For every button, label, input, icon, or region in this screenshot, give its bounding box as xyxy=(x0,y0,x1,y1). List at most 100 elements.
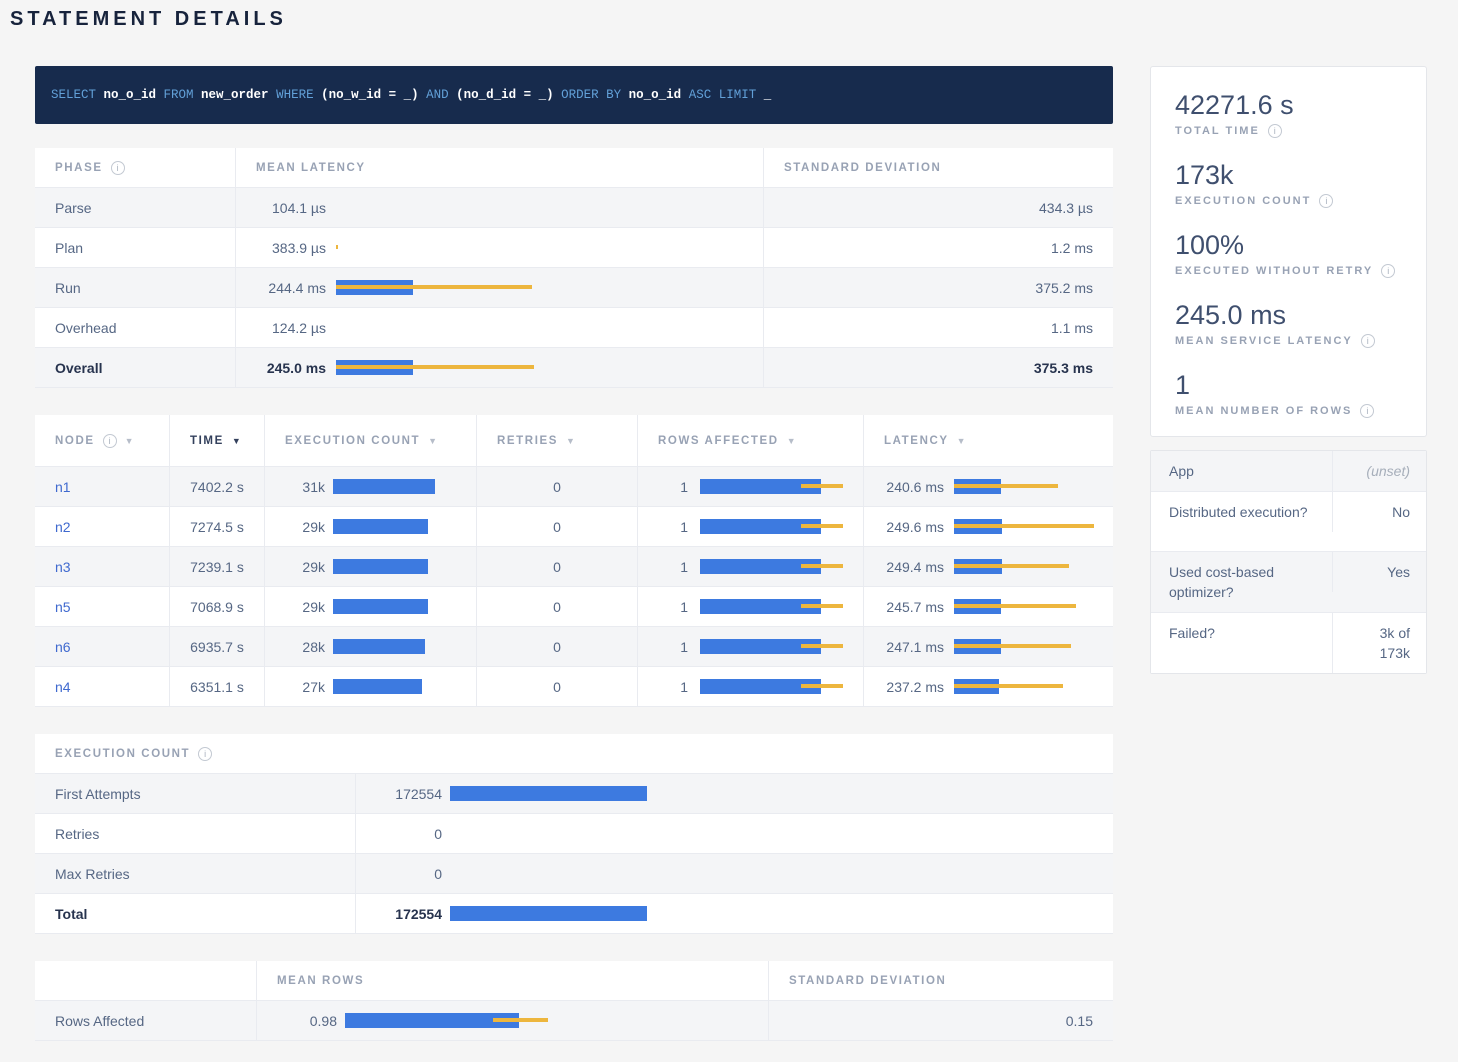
table-row: Parse 104.1 µs 434.3 µs xyxy=(35,188,1113,228)
node-column-header[interactable]: NODE xyxy=(35,415,169,466)
phase-table: PHASE MEAN LATENCY STANDARD DEVIATION Pa… xyxy=(35,148,1113,388)
main-column: SELECT no_o_id FROM new_order WHERE (no_… xyxy=(35,66,1113,1041)
info-icon[interactable] xyxy=(1360,404,1374,418)
info-icon[interactable] xyxy=(1381,264,1395,278)
time-value: 7068.9 s xyxy=(169,587,264,626)
time-value: 6351.1 s xyxy=(169,667,264,706)
mean-latency-column-header: MEAN LATENCY xyxy=(235,148,763,187)
table-row-total: Total 172554 xyxy=(35,894,1113,934)
latency-value: 249.6 ms xyxy=(884,519,944,535)
stat-execution-count: 173k EXECUTION COUNT xyxy=(1175,159,1402,208)
sort-icon xyxy=(566,436,575,446)
node-row: n1 7402.2 s 31k 0 1 240.6 ms xyxy=(35,467,1113,507)
sort-icon xyxy=(125,436,134,446)
rows-affected-value: 1 xyxy=(658,639,688,655)
exec-count-value: 28k xyxy=(285,639,325,655)
latency-value: 247.1 ms xyxy=(884,639,944,655)
phase-label: Run xyxy=(35,268,235,307)
retries-value: 0 xyxy=(476,667,637,706)
stat-mean-number-of-rows: 1 MEAN NUMBER OF ROWS xyxy=(1175,369,1402,418)
table-row: Retries 0 xyxy=(35,814,1113,854)
info-icon[interactable] xyxy=(1268,124,1282,138)
exec-row-label: Retries xyxy=(35,814,355,853)
node-row: n4 6351.1 s 27k 0 1 237.2 ms xyxy=(35,667,1113,707)
rows-affected-label: Rows Affected xyxy=(35,1001,256,1040)
mean-latency-value: 245.0 ms xyxy=(256,360,326,376)
failed-row: Failed? 3k of 173k xyxy=(1151,613,1426,673)
exec-row-label: Max Retries xyxy=(35,854,355,893)
app-summary-table: App (unset) Distributed execution? No Us… xyxy=(1150,450,1427,674)
app-row: App (unset) xyxy=(1151,451,1426,492)
node-link[interactable]: n2 xyxy=(55,519,71,535)
node-table-header: NODE TIME EXECUTION COUNT RETRIES ROWS A… xyxy=(35,415,1113,467)
info-icon[interactable] xyxy=(198,747,212,761)
latency-value: 240.6 ms xyxy=(884,479,944,495)
retries-value: 0 xyxy=(476,627,637,666)
latency-column-header[interactable]: LATENCY xyxy=(863,415,1113,466)
latency-value: 237.2 ms xyxy=(884,679,944,695)
table-row-overall: Overall 245.0 ms 375.3 ms xyxy=(35,348,1113,388)
retries-value: 0 xyxy=(476,507,637,546)
rows-affected-table-header: MEAN ROWS STANDARD DEVIATION xyxy=(35,961,1113,1001)
node-link[interactable]: n1 xyxy=(55,479,71,495)
sort-icon xyxy=(787,436,796,446)
info-icon[interactable] xyxy=(1319,194,1333,208)
table-row: Rows Affected 0.98 0.15 xyxy=(35,1001,1113,1041)
blank-column-header xyxy=(35,961,256,1000)
stddev-value: 434.3 µs xyxy=(763,188,1113,227)
stat-total-time: 42271.6 s TOTAL TIME xyxy=(1175,89,1402,138)
exec-row-label: Total xyxy=(35,894,355,933)
rows-affected-value: 1 xyxy=(658,679,688,695)
statement-stats-panel: 42271.6 s TOTAL TIME 173k EXECUTION COUN… xyxy=(1150,66,1427,437)
time-value: 7239.1 s xyxy=(169,547,264,586)
table-row: Overhead 124.2 µs 1.1 ms xyxy=(35,308,1113,348)
time-value: 6935.7 s xyxy=(169,627,264,666)
stat-label: MEAN SERVICE LATENCY xyxy=(1175,335,1353,347)
node-link[interactable]: n6 xyxy=(55,639,71,655)
exec-row-value: 172554 xyxy=(376,786,442,802)
execution-count-title: EXECUTION COUNT xyxy=(35,734,1113,773)
execution-count-table: EXECUTION COUNT First Attempts 172554 Re… xyxy=(35,734,1113,934)
rows-affected-column-header[interactable]: ROWS AFFECTED xyxy=(637,415,863,466)
table-row: Run 244.4 ms 375.2 ms xyxy=(35,268,1113,308)
node-link[interactable]: n3 xyxy=(55,559,71,575)
summary-label: Failed? xyxy=(1151,613,1332,653)
time-value: 7402.2 s xyxy=(169,467,264,506)
time-column-header[interactable]: TIME xyxy=(169,415,264,466)
mean-latency-value: 124.2 µs xyxy=(256,320,326,336)
app-value: (unset) xyxy=(1332,451,1426,491)
latency-value: 245.7 ms xyxy=(884,599,944,615)
stddev-value: 375.2 ms xyxy=(763,268,1113,307)
retries-value: 0 xyxy=(476,467,637,506)
retries-column-header[interactable]: RETRIES xyxy=(476,415,637,466)
execution-count-column-header[interactable]: EXECUTION COUNT xyxy=(264,415,476,466)
table-row: Plan 383.9 µs 1.2 ms xyxy=(35,228,1113,268)
info-icon[interactable] xyxy=(111,161,125,175)
cost-based-optimizer-row: Used cost-based optimizer? Yes xyxy=(1151,552,1426,613)
stat-value: 173k xyxy=(1175,159,1402,191)
distributed-execution-row: Distributed execution? No xyxy=(1151,492,1426,552)
node-row: n3 7239.1 s 29k 0 1 249.4 ms xyxy=(35,547,1113,587)
stat-mean-service-latency: 245.0 ms MEAN SERVICE LATENCY xyxy=(1175,299,1402,348)
stddev-value: 375.3 ms xyxy=(763,348,1113,387)
node-table: NODE TIME EXECUTION COUNT RETRIES ROWS A… xyxy=(35,415,1113,707)
rows-affected-value: 1 xyxy=(658,599,688,615)
node-link[interactable]: n4 xyxy=(55,679,71,695)
info-icon[interactable] xyxy=(103,434,117,448)
exec-count-value: 29k xyxy=(285,519,325,535)
stat-value: 100% xyxy=(1175,229,1402,261)
standard-deviation-column-header: STANDARD DEVIATION xyxy=(768,961,1113,1000)
sort-icon xyxy=(428,436,437,446)
info-icon[interactable] xyxy=(1361,334,1375,348)
phase-table-header: PHASE MEAN LATENCY STANDARD DEVIATION xyxy=(35,148,1113,188)
stat-label: MEAN NUMBER OF ROWS xyxy=(1175,405,1352,417)
stat-label: TOTAL TIME xyxy=(1175,125,1260,137)
node-link[interactable]: n5 xyxy=(55,599,71,615)
stddev-value: 1.1 ms xyxy=(763,308,1113,347)
node-row: n6 6935.7 s 28k 0 1 247.1 ms xyxy=(35,627,1113,667)
summary-value: 3k of 173k xyxy=(1332,613,1426,673)
side-column: 42271.6 s TOTAL TIME 173k EXECUTION COUN… xyxy=(1150,66,1427,674)
sort-icon xyxy=(232,436,241,446)
rows-affected-value: 1 xyxy=(658,519,688,535)
standard-deviation-column-header: STANDARD DEVIATION xyxy=(763,148,1113,187)
